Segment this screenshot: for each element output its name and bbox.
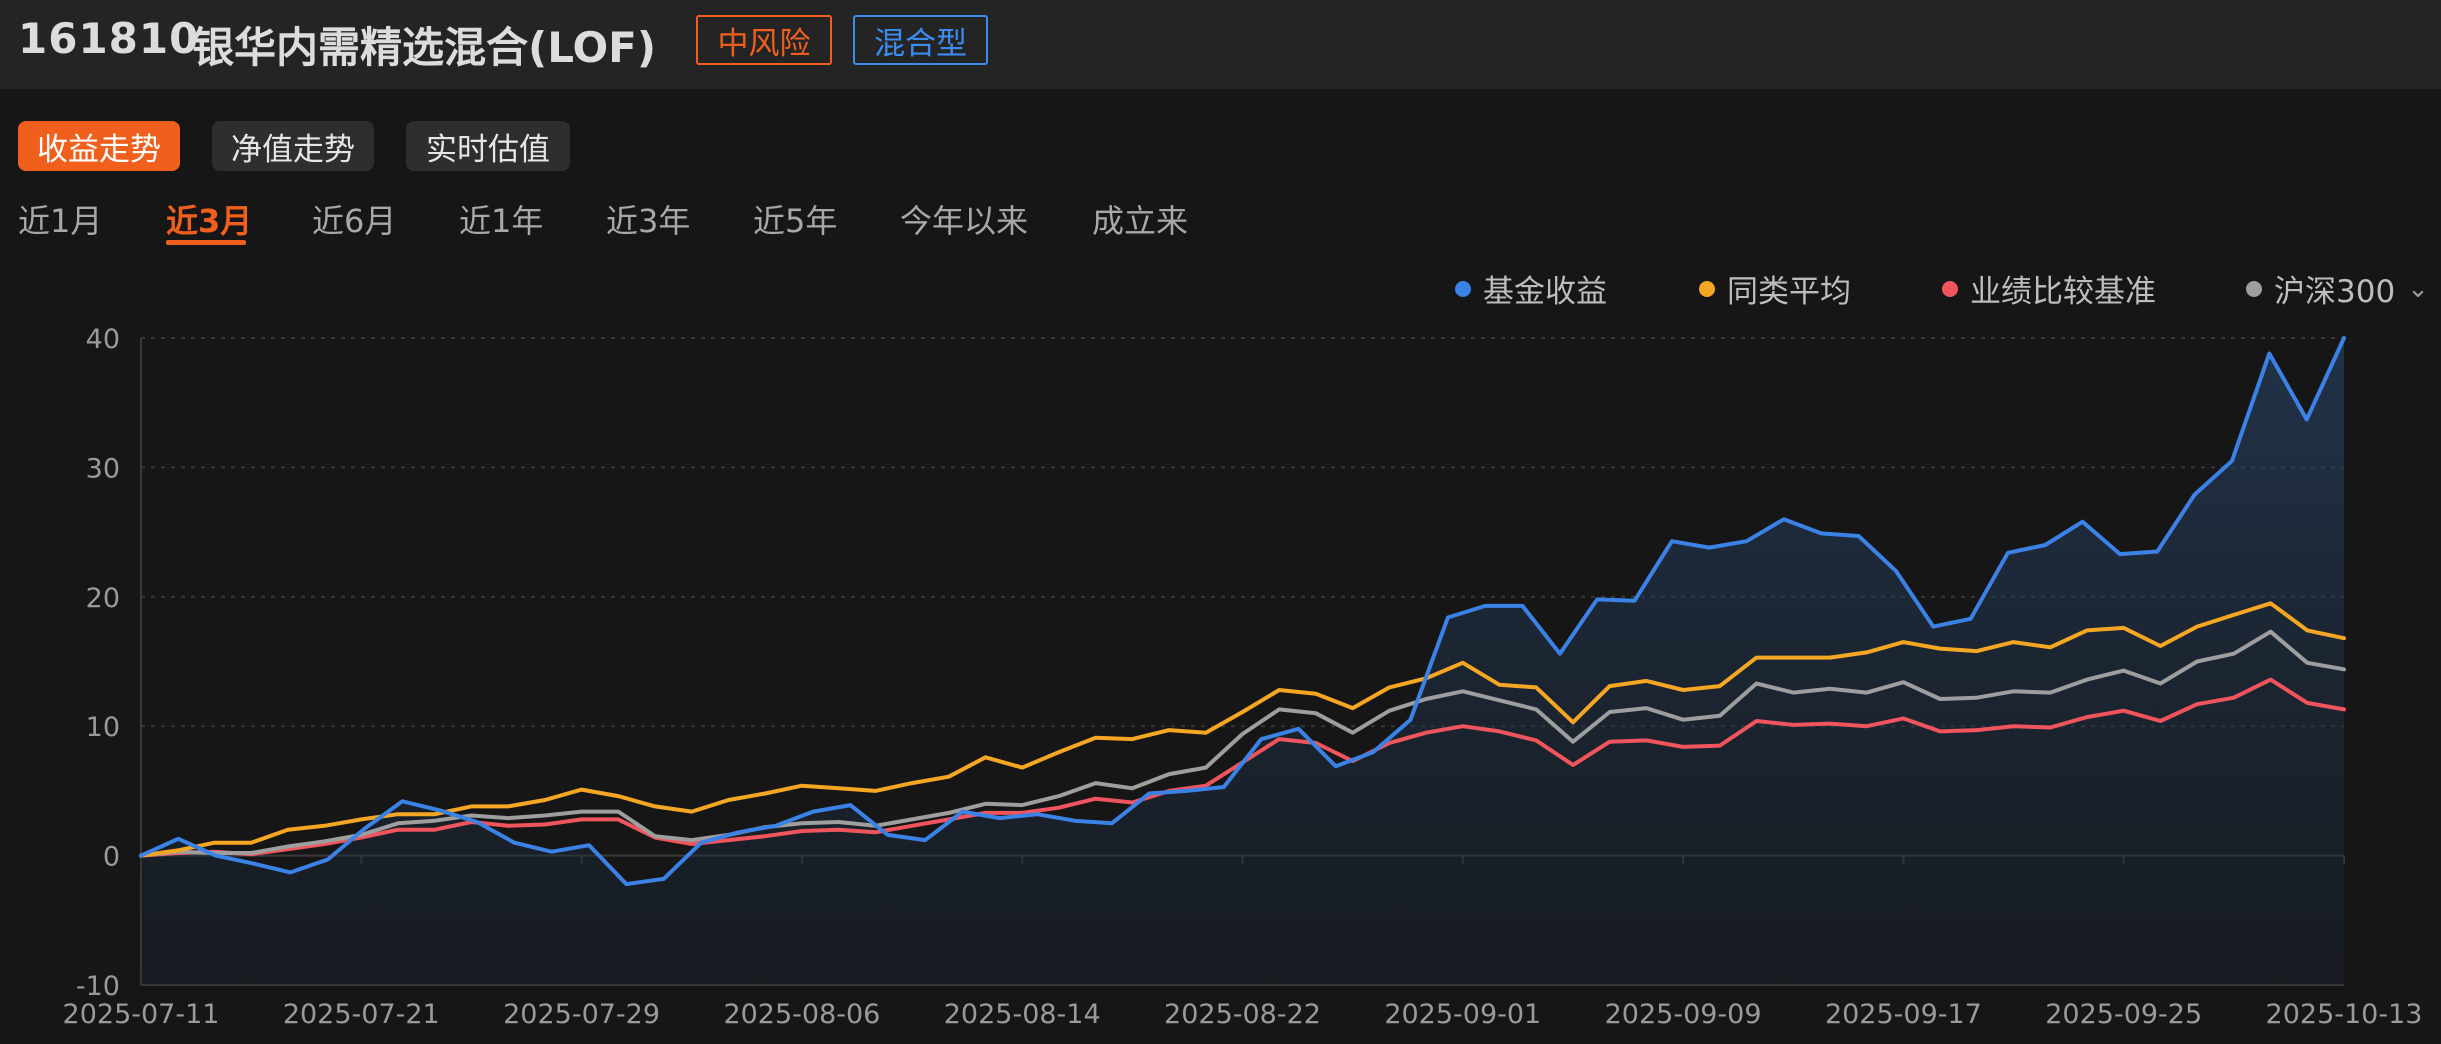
y-tick-label: 0: [103, 842, 120, 873]
x-tick-label: 2025-09-25: [2045, 999, 2202, 1030]
y-tick-label: -10: [76, 971, 120, 1002]
return-chart: 40 30 20 10 0 -102025-07-11 2025-07-21 2025-07-…: [63, 324, 2423, 1030]
x-tick-label: 2025-07-29: [503, 999, 660, 1030]
x-tick-label: 2025-09-17: [1825, 999, 1982, 1030]
x-tick-label: 2025-09-01: [1384, 999, 1541, 1030]
x-tick-label: 2025-08-14: [944, 999, 1101, 1030]
y-tick-label: 40: [86, 324, 120, 355]
x-tick-label: 2025-09-09: [1605, 999, 1762, 1030]
x-tick-label: 2025-07-21: [283, 999, 440, 1030]
y-tick-label: 20: [86, 583, 120, 614]
x-tick-label: 2025-08-06: [723, 999, 880, 1030]
x-tick-label: 2025-08-22: [1164, 999, 1321, 1030]
series-area-fund-return: [141, 338, 2344, 985]
x-tick-label: 2025-07-11: [63, 999, 220, 1030]
y-tick-label: 10: [86, 712, 120, 743]
y-tick-label: 30: [86, 453, 120, 484]
x-tick-label: 2025-10-13: [2266, 999, 2423, 1030]
